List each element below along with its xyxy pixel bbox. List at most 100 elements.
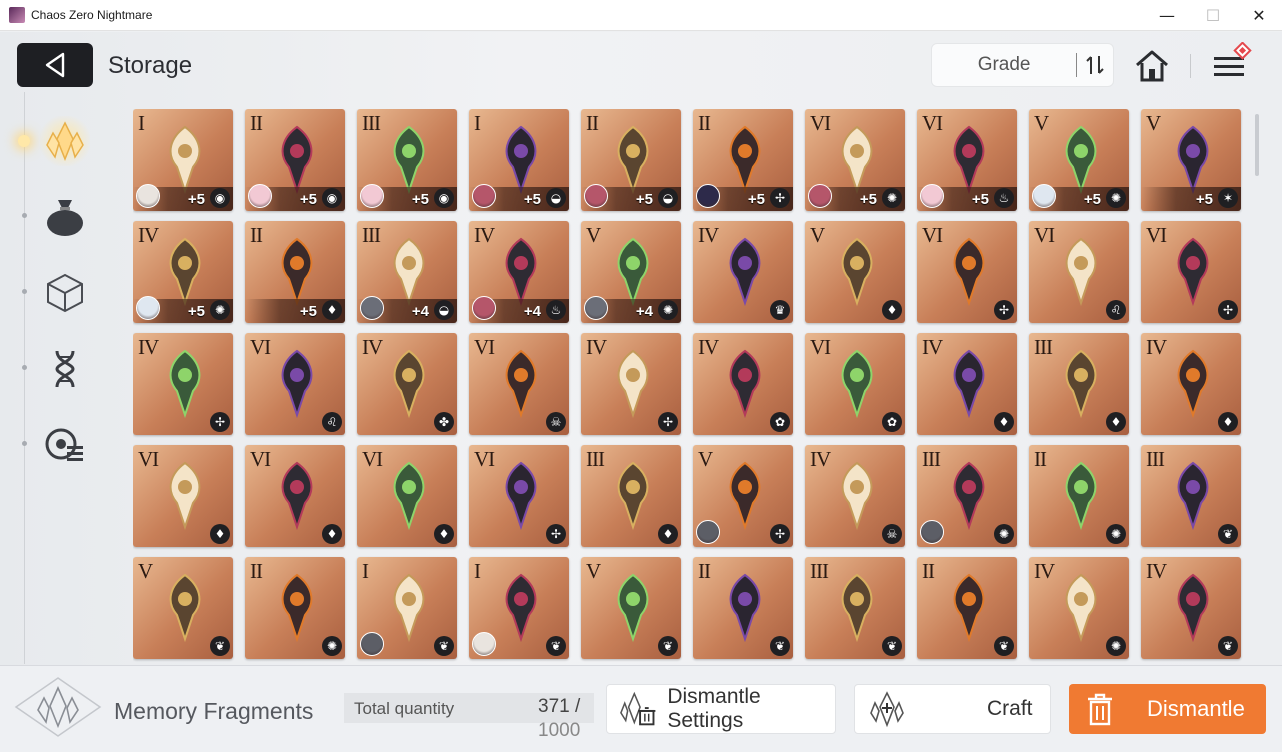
memory-fragment-card[interactable]: I ❦ [357, 557, 457, 659]
memory-fragment-card[interactable]: VI ☠ [469, 333, 569, 435]
sort-grade-button[interactable]: Grade [931, 43, 1114, 87]
memory-fragment-card[interactable]: III +4 ◒ [357, 221, 457, 323]
memory-fragment-card[interactable]: II ✺ [1029, 445, 1129, 547]
grade-label: I [474, 111, 481, 135]
memory-fragment-card[interactable]: II +5 ✢ [693, 109, 793, 211]
dismantle-button[interactable]: Dismantle [1069, 684, 1266, 734]
minimize-button[interactable]: — [1144, 0, 1190, 31]
memory-fragment-card[interactable]: VI +5 ♨ [917, 109, 1017, 211]
item-artwork-icon [617, 237, 649, 307]
memory-fragment-card[interactable]: IV ✢ [133, 333, 233, 435]
memory-fragment-card[interactable]: II +5 ◉ [245, 109, 345, 211]
memory-fragment-card[interactable]: III ✺ [917, 445, 1017, 547]
item-artwork-icon [953, 237, 985, 307]
sidebar-item-cube[interactable] [40, 268, 90, 318]
memory-fragment-card[interactable]: IV +4 ♨ [469, 221, 569, 323]
sidebar-item-records[interactable] [40, 420, 90, 470]
sort-order-icon[interactable] [1077, 54, 1113, 76]
back-arrow-icon [45, 52, 65, 78]
equipped-character-avatar [472, 296, 496, 320]
craft-button[interactable]: Craft [854, 684, 1051, 734]
memory-fragment-card[interactable]: IV ✿ [693, 333, 793, 435]
memory-fragment-card[interactable]: VI ✢ [917, 221, 1017, 323]
memory-fragment-card[interactable]: IV ✢ [581, 333, 681, 435]
window-title-bar: Chaos Zero Nightmare — ☐ ✕ [0, 0, 1282, 31]
grade-label: III [922, 447, 941, 471]
memory-fragment-card[interactable]: VI ♌ [245, 333, 345, 435]
memory-fragment-card[interactable]: IV ♦ [1141, 333, 1241, 435]
memory-fragment-card[interactable]: VI +5 ✺ [805, 109, 905, 211]
memory-fragment-card[interactable]: IV ✺ [1029, 557, 1129, 659]
trash-icon [1088, 693, 1112, 726]
memory-fragment-card[interactable]: V ❦ [133, 557, 233, 659]
close-button[interactable]: ✕ [1236, 0, 1282, 31]
home-button[interactable] [1132, 46, 1172, 86]
fragment-type-icon: ✢ [770, 524, 790, 544]
memory-fragment-card[interactable]: VI ♦ [133, 445, 233, 547]
memory-fragment-card[interactable]: I +5 ◉ [133, 109, 233, 211]
grid-scrollbar[interactable] [1255, 114, 1259, 176]
memory-fragment-card[interactable]: II +5 ◒ [581, 109, 681, 211]
memory-fragment-card[interactable]: VI ♌ [1029, 221, 1129, 323]
memory-fragment-card[interactable]: I ❦ [469, 557, 569, 659]
enhance-level: +5 [299, 303, 317, 320]
memory-fragment-card[interactable]: IV +5 ✺ [133, 221, 233, 323]
memory-fragment-card[interactable]: II ❦ [917, 557, 1017, 659]
grade-label: III [1034, 335, 1053, 359]
memory-fragment-card[interactable]: II +5 ♦ [245, 221, 345, 323]
item-artwork-icon [1177, 461, 1209, 531]
item-artwork-icon [505, 237, 537, 307]
item-artwork-icon [953, 461, 985, 531]
fragment-type-icon: ◒ [434, 300, 454, 320]
item-artwork-icon [729, 237, 761, 307]
memory-fragment-card[interactable]: V +4 ✺ [581, 221, 681, 323]
fragment-type-icon: ♦ [434, 524, 454, 544]
memory-fragment-card[interactable]: IV ♦ [917, 333, 1017, 435]
memory-fragment-card[interactable]: IV ❦ [1141, 557, 1241, 659]
dismantle-settings-icon [620, 691, 656, 726]
memory-fragment-card[interactable]: V ❦ [581, 557, 681, 659]
item-artwork-icon [393, 125, 425, 195]
grade-label: II [698, 111, 711, 135]
memory-fragment-card[interactable]: IV ✤ [357, 333, 457, 435]
main-menu-button[interactable] [1210, 41, 1262, 86]
item-artwork-icon [729, 349, 761, 419]
sidebar-item-dna[interactable] [40, 344, 90, 394]
maximize-button[interactable]: ☐ [1190, 0, 1236, 31]
item-artwork-icon [169, 237, 201, 307]
memory-fragment-card[interactable]: II ✺ [245, 557, 345, 659]
memory-fragment-card[interactable]: V +5 ✺ [1029, 109, 1129, 211]
home-icon [1136, 50, 1168, 82]
fragment-type-icon: ◒ [658, 188, 678, 208]
enhance-level: +5 [971, 191, 989, 208]
sidebar-item-pouch[interactable] [40, 192, 90, 242]
sidebar-item-memory-fragments[interactable] [40, 116, 90, 166]
memory-fragment-card[interactable]: III ❦ [805, 557, 905, 659]
equipped-character-avatar [136, 296, 160, 320]
enhance-level: +5 [635, 191, 653, 208]
memory-fragment-card[interactable]: VI ✿ [805, 333, 905, 435]
memory-fragment-card[interactable]: III +5 ◉ [357, 109, 457, 211]
memory-fragment-card[interactable]: II ❦ [693, 557, 793, 659]
memory-fragment-card[interactable]: IV ♛ [693, 221, 793, 323]
equipped-character-avatar [360, 184, 384, 208]
memory-fragment-card[interactable]: V ✢ [693, 445, 793, 547]
equipped-character-avatar [696, 520, 720, 544]
memory-fragment-card[interactable]: VI ✢ [1141, 221, 1241, 323]
total-quantity-label: Total quantity [354, 699, 455, 718]
back-button[interactable] [17, 43, 93, 87]
memory-fragment-card[interactable]: V +5 ✶ [1141, 109, 1241, 211]
memory-fragment-card[interactable]: IV ☠ [805, 445, 905, 547]
item-artwork-icon [729, 461, 761, 531]
enhance-level: +5 [411, 191, 429, 208]
memory-fragment-card[interactable]: I +5 ◒ [469, 109, 569, 211]
memory-fragment-card[interactable]: VI ♦ [245, 445, 345, 547]
memory-fragment-card[interactable]: VI ♦ [357, 445, 457, 547]
dismantle-settings-button[interactable]: Dismantle Settings [606, 684, 836, 734]
memory-fragment-card[interactable]: III ♦ [1029, 333, 1129, 435]
memory-fragment-card[interactable]: III ❦ [1141, 445, 1241, 547]
memory-fragment-card[interactable]: III ♦ [581, 445, 681, 547]
sidebar-track [24, 92, 25, 664]
memory-fragment-card[interactable]: VI ✢ [469, 445, 569, 547]
memory-fragment-card[interactable]: V ♦ [805, 221, 905, 323]
